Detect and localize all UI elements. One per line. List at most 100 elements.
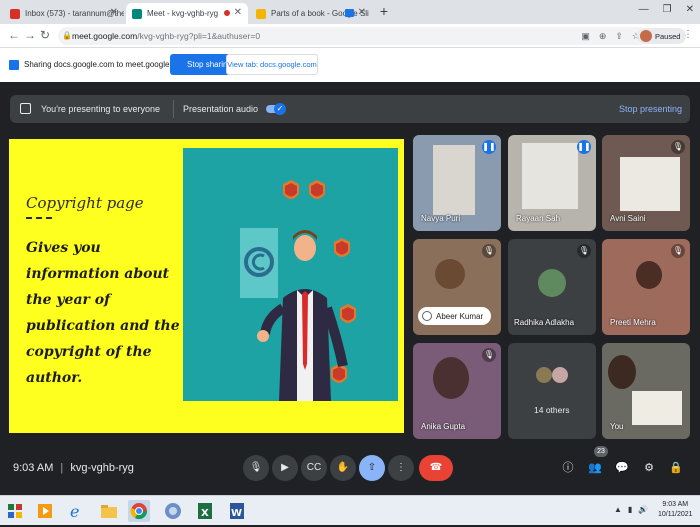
name-pill: Abeer Kumar	[418, 307, 492, 325]
url-input[interactable]: 🔒 meet.google.com/kvg-vghb-ryg?pli=1&aut…	[58, 27, 648, 45]
internet-explorer-icon[interactable]: e	[66, 500, 88, 522]
captions-button[interactable]: CC	[301, 455, 327, 481]
start-icon[interactable]	[4, 500, 26, 522]
minimize-icon[interactable]: —	[639, 4, 649, 15]
sharing-tab-icon	[345, 9, 354, 17]
avatar	[536, 367, 552, 383]
others-count: 14 others	[534, 405, 570, 415]
participant-tile[interactable]: 🎙 Abeer Kumar	[413, 239, 501, 335]
word-icon[interactable]: W	[226, 500, 248, 522]
video-frame	[433, 145, 475, 215]
self-view-tile[interactable]: You	[602, 343, 690, 439]
video-frame	[632, 391, 682, 425]
participant-name: Rayaan Sah	[516, 214, 561, 223]
presenting-banner: You're presenting to everyone Presentati…	[10, 95, 690, 123]
video-frame	[522, 143, 578, 209]
meet-stage: You're presenting to everyone Presentati…	[0, 82, 700, 495]
meeting-controls-bar: 9:03 AM | kvg-vghb-ryg 🎙 ▶ CC ✋ ⇧ ⋮ ☎ ⓘ …	[0, 442, 700, 495]
close-icon[interactable]: ✕	[110, 7, 118, 18]
notification-icon[interactable]: ▲	[614, 505, 622, 514]
browser-tab-strip: Inbox (573) - tarannum@theindi ✕ Meet - …	[0, 0, 700, 24]
excel-icon[interactable]: X	[194, 500, 216, 522]
participant-name: Radhika Adlakha	[514, 318, 575, 327]
participant-tile[interactable]: 🎙 Preeti Mehra	[602, 239, 690, 335]
address-toolbar: ← → ↻ 🔒 meet.google.com/kvg-vghb-ryg?pli…	[0, 24, 700, 48]
reload-icon[interactable]: ↻	[40, 28, 50, 42]
presented-slide: Copyright page Gives you information abo…	[9, 139, 404, 433]
activities-icon[interactable]: ⚙	[641, 460, 657, 476]
browser-menu-icon[interactable]: ⋮	[683, 29, 693, 40]
host-controls-icon[interactable]: 🔒	[668, 460, 684, 476]
camera-icon[interactable]: ▣	[581, 27, 590, 45]
video-frame	[620, 157, 680, 211]
close-icon[interactable]: ✕	[234, 7, 242, 18]
chrome-icon[interactable]	[128, 500, 150, 522]
new-tab-button[interactable]: +	[376, 4, 392, 20]
forward-icon[interactable]: →	[24, 28, 36, 42]
avatar	[552, 367, 568, 383]
recording-dot-icon	[224, 10, 230, 16]
raise-hand-button[interactable]: ✋	[330, 455, 356, 481]
chat-icon[interactable]: 💬	[614, 460, 630, 476]
video-frame	[433, 357, 469, 399]
participant-tile[interactable]: 🎙 Avni Saini	[602, 135, 690, 231]
present-button[interactable]: ⇧	[359, 455, 385, 481]
back-icon[interactable]: ←	[8, 28, 20, 42]
volume-icon[interactable]: 🔊	[638, 505, 648, 514]
profile-label: Paused	[655, 31, 681, 41]
participant-tile[interactable]: ❚❚ Rayaan Sah	[508, 135, 596, 231]
camera-button[interactable]: ▶	[272, 455, 298, 481]
participant-name: Preeti Mehra	[610, 318, 656, 327]
mic-button[interactable]: 🎙	[243, 455, 269, 481]
media-player-icon[interactable]	[34, 500, 56, 522]
presentation-audio-toggle[interactable]: ✓	[266, 103, 286, 115]
chrome-icon[interactable]	[162, 500, 184, 522]
shield-icon	[340, 304, 356, 323]
tab-title: Parts of a book - Google Sli	[271, 9, 369, 18]
present-screen-icon	[20, 103, 31, 114]
video-frame	[636, 261, 662, 289]
zoom-icon[interactable]: ⊕	[599, 27, 607, 45]
tab-title: Meet - kvg-vghb-ryg	[147, 9, 219, 18]
close-icon[interactable]: ✕	[358, 7, 366, 18]
file-explorer-icon[interactable]	[98, 500, 120, 522]
maximize-icon[interactable]: ❐	[663, 4, 672, 15]
tab-slides[interactable]: Parts of a book - Google Sli ✕	[250, 3, 372, 24]
slide-illustration	[183, 148, 398, 401]
system-tray: ▲ ▮ 🔊	[614, 505, 648, 514]
speaking-icon: ❚❚	[577, 140, 591, 154]
others-tile[interactable]: 14 others	[508, 343, 596, 439]
taskbar-time: 9:03 AM	[662, 501, 689, 508]
info-icon[interactable]: ⓘ	[560, 460, 576, 476]
mic-off-icon: 🎙	[671, 244, 685, 258]
shield-icon	[309, 180, 325, 199]
avatar	[538, 269, 566, 297]
juggler-illustration	[240, 180, 356, 401]
svg-text:W: W	[231, 508, 242, 519]
person-icon	[422, 311, 432, 321]
profile-button[interactable]: Paused	[637, 28, 687, 44]
people-count-badge: 23	[594, 446, 608, 457]
view-tab-button[interactable]: View tab: docs.google.com	[226, 54, 318, 75]
participant-tile[interactable]: 🎙 Anika Gupta	[413, 343, 501, 439]
participant-name: Anika Gupta	[421, 422, 466, 431]
window-controls: — ❐ ✕	[639, 4, 694, 15]
share-icon[interactable]: ⇪	[615, 27, 623, 45]
mic-off-icon: 🎙	[482, 348, 496, 362]
presentation-audio-label: Presentation audio	[183, 104, 259, 114]
taskbar-clock[interactable]: 9:03 AM 10/11/2021	[658, 500, 693, 520]
tab-inbox[interactable]: Inbox (573) - tarannum@theindi ✕	[4, 3, 124, 24]
avatar	[640, 30, 652, 42]
people-icon[interactable]: 👥	[587, 460, 603, 476]
network-icon[interactable]: ▮	[628, 505, 632, 514]
participant-tile[interactable]: 🎙 Radhika Adlakha	[508, 239, 596, 335]
participant-tile[interactable]: ❚❚ Navya Puri	[413, 135, 501, 231]
close-window-icon[interactable]: ✕	[686, 4, 694, 15]
video-frame	[435, 259, 465, 289]
leave-call-button[interactable]: ☎	[419, 455, 453, 481]
more-options-button[interactable]: ⋮	[388, 455, 414, 481]
taskbar-date: 10/11/2021	[658, 511, 693, 518]
tab-meet[interactable]: Meet - kvg-vghb-ryg ✕	[126, 3, 248, 24]
url-path: /kvg-vghb-ryg?pli=1&authuser=0	[137, 31, 261, 41]
stop-presenting-button[interactable]: Stop presenting	[619, 104, 682, 114]
